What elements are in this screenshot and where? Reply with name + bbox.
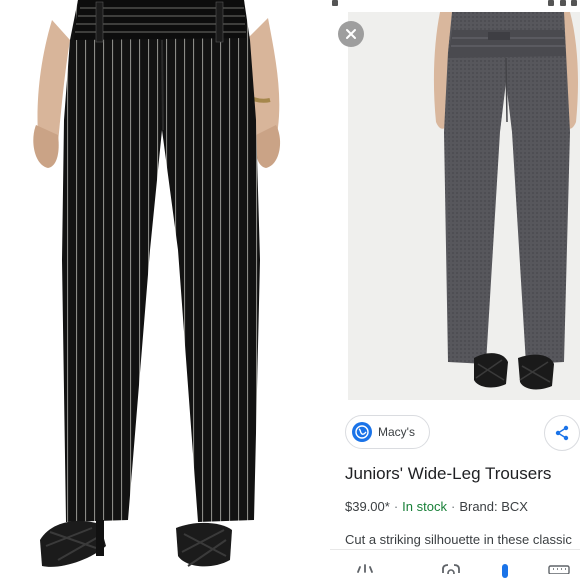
price: $39.00* — [345, 499, 390, 514]
stock-status: In stock — [402, 499, 447, 514]
shopping-result-panel: Macy's Juniors' Wide-Leg Trousers $39.00… — [330, 0, 580, 580]
separator: · — [450, 499, 456, 514]
keyboard-icon[interactable] — [548, 564, 570, 574]
pinstripe-trousers-photo — [0, 0, 322, 580]
globe-icon — [352, 422, 372, 442]
brand: Brand: BCX — [459, 499, 528, 514]
status-icon — [548, 0, 554, 6]
image-divider — [322, 0, 330, 580]
share-button[interactable] — [544, 415, 580, 451]
status-icon — [560, 0, 566, 6]
lens-icon[interactable] — [440, 564, 462, 574]
status-icon — [332, 0, 338, 6]
lens-sparkle-icon[interactable] — [354, 564, 376, 574]
close-icon — [346, 29, 356, 39]
share-icon — [555, 425, 569, 441]
product-title[interactable]: Juniors' Wide-Leg Trousers — [345, 464, 551, 484]
product-image[interactable] — [348, 12, 580, 400]
status-icon — [571, 0, 577, 6]
pinstripe-trousers-image — [33, 0, 281, 567]
separator: · — [393, 499, 399, 514]
gray-trousers-image — [433, 12, 578, 390]
merchant-chip[interactable]: Macy's — [345, 415, 430, 449]
status-bar — [330, 0, 580, 10]
close-button[interactable] — [338, 21, 364, 47]
mic-icon[interactable] — [500, 564, 510, 578]
product-meta: $39.00* · In stock · Brand: BCX — [345, 499, 528, 514]
product-description: Cut a striking silhouette in these class… — [345, 532, 572, 547]
bottom-toolbar — [330, 549, 580, 580]
merchant-name: Macy's — [378, 425, 415, 439]
